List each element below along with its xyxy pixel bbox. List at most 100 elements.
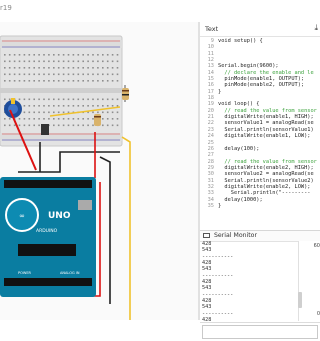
serial-input[interactable] (202, 325, 318, 339)
breadboard-hole (23, 60, 26, 63)
breadboard-hole (72, 67, 75, 69)
breadboard-hole (53, 111, 55, 114)
breadboard-hole (72, 80, 75, 82)
breadboard-hole (77, 124, 80, 127)
breadboard-hole (8, 54, 11, 56)
breadboard-hole (23, 54, 26, 56)
breadboard-hole (13, 80, 16, 82)
breadboard-hole (111, 98, 114, 101)
arduino-uno-board[interactable]: ∞ UNO ARDUINO POWER ANALOG IN (0, 177, 96, 297)
breadboard-hole (62, 124, 65, 127)
svg-text:∞: ∞ (19, 212, 25, 220)
breadboard-hole (53, 67, 55, 69)
breadboard-hole (48, 98, 50, 101)
resistor-1[interactable] (122, 85, 129, 102)
breadboard-hole (33, 98, 35, 101)
circuit-canvas[interactable]: ∞ UNO ARDUINO POWER ANALOG IN (0, 22, 198, 320)
breadboard-hole (92, 54, 94, 56)
breadboard-hole (38, 73, 40, 76)
breadboard-hole (8, 60, 11, 63)
breadboard-hole (77, 67, 80, 69)
breadboard-hole (57, 124, 60, 127)
breadboard-hole (116, 80, 119, 82)
breadboard-hole (102, 124, 104, 127)
breadboard-hole (23, 124, 26, 127)
breadboard-hole (87, 73, 89, 76)
code-text: delay(1000); (218, 196, 263, 203)
breadboard-hole (102, 80, 104, 82)
breadboard-hole (82, 118, 84, 120)
breadboard-hole (33, 124, 35, 127)
breadboard-hole (4, 60, 6, 63)
breadboard-hole (33, 80, 35, 82)
breadboard-hole (111, 80, 114, 82)
breadboard-hole (13, 73, 16, 76)
breadboard-hole (116, 118, 119, 120)
monitor-icon (203, 233, 210, 238)
breadboard-hole (92, 111, 94, 114)
breadboard-hole (4, 67, 6, 69)
breadboard-hole (72, 105, 75, 107)
serial-scrollbar[interactable] (298, 292, 302, 308)
code-line[interactable]: 35} (200, 203, 320, 209)
breadboard-hole (28, 73, 31, 76)
breadboard-hole (57, 118, 60, 120)
resistor-2[interactable] (94, 114, 101, 126)
breadboard-hole (92, 124, 94, 127)
breadboard-hole (77, 118, 80, 120)
breadboard-hole (48, 73, 50, 76)
top-bar: r19 (0, 0, 320, 22)
breadboard-hole (67, 118, 70, 120)
breadboard-hole (43, 80, 45, 82)
breadboard-hole (106, 54, 109, 56)
code-panel: Text ⤓ 9 void setup() {10 11 12 13 Serial.beg… (200, 22, 320, 341)
breadboard-hole (106, 67, 109, 69)
breadboard-hole (62, 54, 65, 56)
breadboard-hole (33, 54, 35, 56)
breadboard-hole (77, 60, 80, 63)
breadboard-hole (53, 73, 55, 76)
breadboard-hole (38, 60, 40, 63)
code-text: digitalWrite(enable1, LOW); (218, 133, 311, 140)
code-text: void setup() { (218, 38, 263, 44)
breadboard-hole (111, 105, 114, 107)
breadboard-hole (23, 105, 26, 107)
breadboard-hole (106, 124, 109, 127)
breadboard-hole (53, 105, 55, 107)
breadboard-hole (4, 54, 6, 56)
breadboard-hole (18, 118, 21, 120)
breadboard-hole (92, 73, 94, 76)
tab-text[interactable]: Text (205, 25, 218, 33)
code-editor[interactable]: 9 void setup() {10 11 12 13 Serial.begin(9600… (200, 38, 320, 226)
breadboard-hole (102, 118, 104, 120)
breadboard-hole (13, 67, 16, 69)
code-text: delay(100); (218, 145, 260, 152)
breadboard-hole (28, 111, 31, 114)
breadboard-hole (48, 111, 50, 114)
serial-line: 428 (202, 317, 212, 321)
breadboard-hole (102, 73, 104, 76)
breadboard-hole (43, 60, 45, 63)
breadboard-hole (102, 67, 104, 69)
breadboard-hole (33, 67, 35, 69)
breadboard-hole (67, 67, 70, 69)
breadboard-hole (48, 118, 50, 120)
breadboard-hole (13, 124, 16, 127)
diode[interactable] (41, 124, 49, 135)
breadboard-hole (97, 111, 99, 114)
serial-input-row (200, 322, 320, 341)
breadboard-hole (4, 124, 6, 127)
breadboard-hole (18, 67, 21, 69)
breadboard-hole (67, 54, 70, 56)
download-icon[interactable]: ⤓ (314, 23, 318, 33)
code-line[interactable]: 24 digitalWrite(enable1, LOW); (200, 133, 320, 139)
breadboard-hole (106, 111, 109, 114)
breadboard-hole (62, 118, 65, 120)
breadboard-hole (4, 98, 6, 101)
breadboard-hole (82, 98, 84, 101)
serial-monitor-output: 428 543 ---------- 428 543 ---------- 428 543 --… (200, 241, 298, 321)
breadboard-hole (111, 111, 114, 114)
breadboard-hole (53, 98, 55, 101)
breadboard-hole (97, 105, 99, 107)
breadboard-hole (62, 67, 65, 69)
